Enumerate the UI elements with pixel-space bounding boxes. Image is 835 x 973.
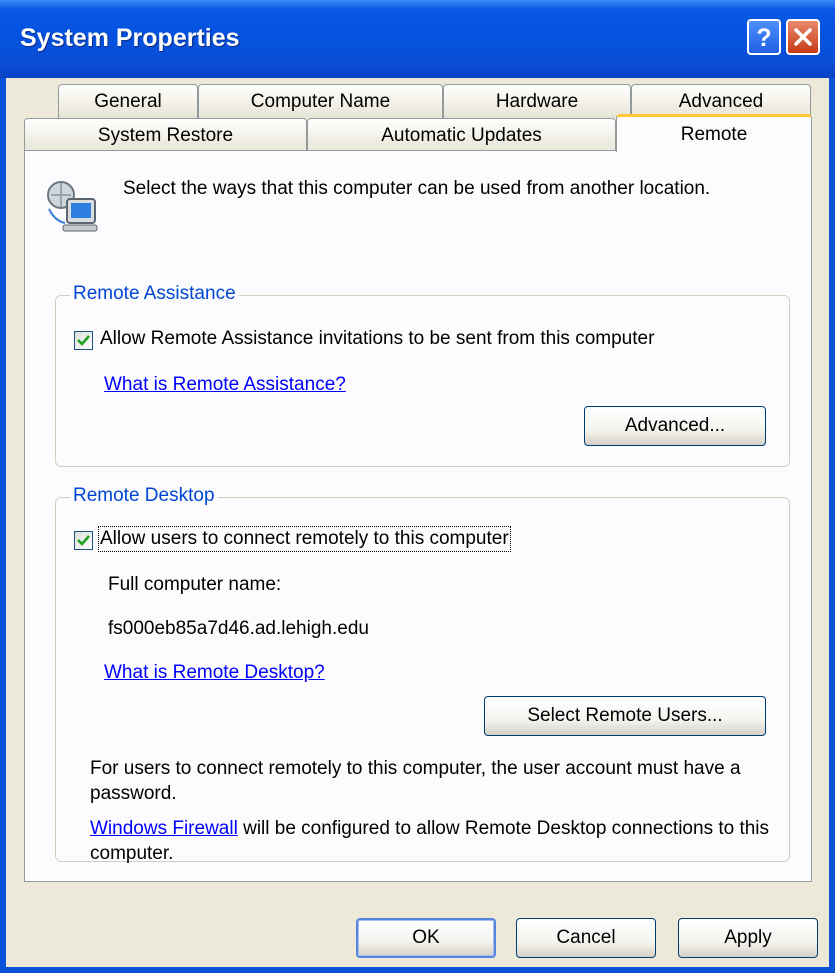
password-note: For users to connect remotely to this co…: [90, 758, 741, 804]
tab-hardware[interactable]: Hardware: [443, 84, 631, 118]
tab-system-restore[interactable]: System Restore: [24, 118, 307, 152]
svg-text:?: ?: [756, 24, 771, 50]
full-computer-name-label: Full computer name:: [108, 574, 282, 595]
remote-assistance-group: Remote Assistance Allow Remote Assistanc…: [55, 283, 790, 467]
remote-desktop-checkbox-label[interactable]: Allow users to connect remotely to this …: [98, 526, 511, 552]
what-is-remote-assistance-link[interactable]: What is Remote Assistance?: [104, 374, 346, 396]
remote-computer-icon: [43, 179, 99, 235]
select-remote-users-button[interactable]: Select Remote Users...: [484, 696, 766, 736]
tab-general[interactable]: General: [58, 84, 198, 118]
window-title: System Properties: [20, 24, 240, 52]
tab-label: Hardware: [495, 90, 579, 112]
checkmark-icon: [77, 535, 90, 546]
tab-label: Computer Name: [250, 90, 391, 112]
intro-text: Select the ways that this computer can b…: [123, 178, 711, 199]
remote-desktop-checkbox[interactable]: [74, 531, 93, 550]
tab-computer-name[interactable]: Computer Name: [198, 84, 443, 118]
tab-label: System Restore: [97, 124, 234, 146]
cancel-button[interactable]: Cancel: [516, 918, 656, 958]
apply-button[interactable]: Apply: [678, 918, 818, 958]
tab-label: Automatic Updates: [381, 124, 542, 146]
help-button[interactable]: ?: [747, 19, 781, 55]
system-properties-window: System Properties ? General Computer Nam…: [0, 0, 835, 973]
title-bar[interactable]: System Properties ?: [0, 0, 835, 78]
remote-assistance-checkbox[interactable]: [74, 331, 93, 350]
close-icon: [794, 28, 812, 46]
ok-button[interactable]: OK: [356, 918, 496, 958]
remote-tab-panel: Select the ways that this computer can b…: [24, 150, 812, 882]
close-button[interactable]: [786, 19, 820, 55]
remote-desktop-group: Remote Desktop Allow users to connect re…: [55, 485, 790, 864]
full-computer-name-value: fs000eb85a7d46.ad.lehigh.edu: [108, 618, 369, 639]
dialog-client-area: General Computer Name Hardware Advanced …: [6, 78, 829, 967]
what-is-remote-desktop-link[interactable]: What is Remote Desktop?: [104, 662, 325, 684]
tab-advanced[interactable]: Advanced: [631, 84, 811, 118]
remote-assistance-group-label: Remote Assistance: [70, 283, 239, 305]
remote-assistance-checkbox-label[interactable]: Allow Remote Assistance invitations to b…: [100, 328, 654, 350]
windows-firewall-link[interactable]: Windows Firewall: [90, 818, 238, 839]
tab-automatic-updates[interactable]: Automatic Updates: [307, 118, 616, 152]
tab-label: Remote: [680, 123, 748, 145]
remote-desktop-group-label: Remote Desktop: [70, 485, 218, 507]
checkmark-icon: [77, 335, 90, 346]
firewall-note: Windows Firewall will be configured to a…: [90, 816, 770, 866]
advanced-button[interactable]: Advanced...: [584, 406, 766, 446]
tab-label: General: [94, 90, 162, 112]
tab-label: Advanced: [678, 90, 764, 112]
tab-remote[interactable]: Remote: [616, 114, 812, 152]
help-icon: ?: [756, 24, 771, 50]
